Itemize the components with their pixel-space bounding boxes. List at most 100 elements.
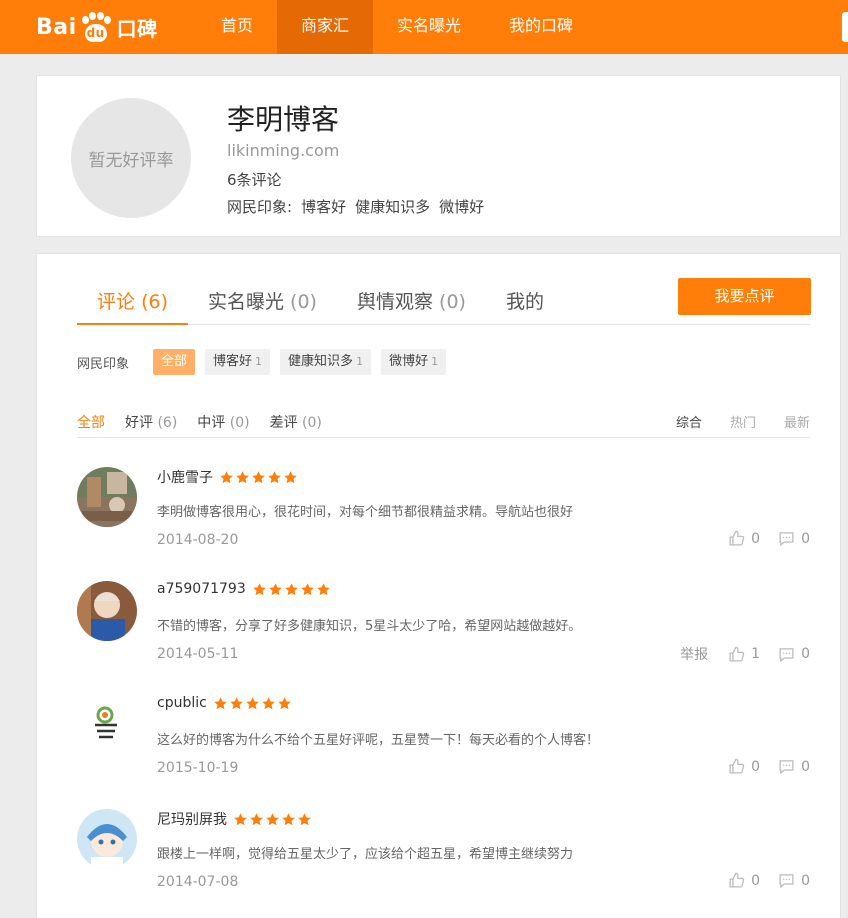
star-icon xyxy=(284,470,297,483)
tag-health-knowledge[interactable]: 健康知识多 1 xyxy=(280,349,372,375)
impression-item: 微博好 xyxy=(439,198,485,216)
star-icon xyxy=(253,582,266,595)
review-item: cpublic 这么好的博客为什么不给个五星好评呢，五星赞一下！每天必看的个人博… xyxy=(77,695,810,795)
filter-neutral[interactable]: 中评 (0) xyxy=(197,412,249,432)
page-title: 李明博客 xyxy=(227,103,340,136)
star-icon xyxy=(282,812,295,825)
like-button[interactable]: 1 xyxy=(728,646,760,663)
thumbs-up-icon xyxy=(729,872,745,888)
tab-public-opinion[interactable]: 舆情观察 (0) xyxy=(337,279,486,325)
review-text: 跟楼上一样啊，觉得给五星太少了，应该给个超五星，希望博主继续努力 xyxy=(157,847,574,862)
impression-filter: 网民印象 全部 博客好 1 健康知识多 1 微博好 1 xyxy=(77,349,456,375)
sort-overall[interactable]: 综合 xyxy=(676,412,702,431)
comment-count: 0 xyxy=(801,758,810,775)
impression-item: 博客好 xyxy=(301,198,347,216)
write-review-button[interactable]: 我要点评 xyxy=(678,278,811,315)
review-item: a759071793 不错的博客，分享了好多健康知识，5星斗太少了哈，希望网站越… xyxy=(77,581,810,681)
baidu-koubei-logo[interactable]: Bai du 口碑 xyxy=(36,10,158,44)
review-username[interactable]: cpublic xyxy=(157,695,207,711)
like-button[interactable]: 0 xyxy=(728,530,760,547)
comment-button[interactable]: 0 xyxy=(778,872,810,889)
star-icon xyxy=(236,470,249,483)
review-text: 不错的博客，分享了好多健康知识，5星斗太少了哈，希望网站越做越好。 xyxy=(157,619,582,634)
review-date: 2014-07-08 xyxy=(157,874,239,890)
review-username[interactable]: 尼玛别屏我 xyxy=(157,809,227,829)
star-icon xyxy=(317,582,330,595)
review-text: 这么好的博客为什么不给个五星好评呢，五星赞一下！每天必看的个人博客！ xyxy=(157,733,600,748)
tag-all[interactable]: 全部 xyxy=(153,349,196,375)
logo-text-koubei: 口碑 xyxy=(116,16,158,41)
sort-hot[interactable]: 热门 xyxy=(730,412,756,431)
star-icon xyxy=(246,696,259,709)
impression-item: 健康知识多 xyxy=(355,198,431,216)
nav-my-koubei[interactable]: 我的口碑 xyxy=(485,0,597,54)
report-link[interactable]: 举报 xyxy=(680,644,708,664)
paw-icon: du xyxy=(79,12,113,42)
comment-button[interactable]: 0 xyxy=(778,530,810,547)
review-username[interactable]: a759071793 xyxy=(157,581,246,597)
comment-count: 0 xyxy=(801,530,810,547)
review-username[interactable]: 小鹿雪子 xyxy=(157,467,213,487)
tab-reviews[interactable]: 评论 (6) xyxy=(77,279,188,325)
star-icon xyxy=(214,696,227,709)
like-button[interactable]: 0 xyxy=(728,758,760,775)
user-avatar[interactable] xyxy=(77,581,137,641)
nav-merchants[interactable]: 商家汇 xyxy=(277,0,374,54)
impression-filter-label: 网民印象 xyxy=(77,356,130,372)
thumbs-up-icon xyxy=(729,530,745,546)
tag-weibo-good[interactable]: 微博好 1 xyxy=(381,349,447,375)
star-rating xyxy=(213,696,292,711)
comment-icon xyxy=(779,760,794,775)
star-icon xyxy=(266,812,279,825)
nav-exposure[interactable]: 实名曝光 xyxy=(373,0,485,54)
tab-mine[interactable]: 我的 xyxy=(486,279,564,325)
star-rating xyxy=(252,582,331,597)
thumbs-up-icon xyxy=(729,758,745,774)
site-domain-link[interactable]: likinming.com xyxy=(227,141,339,160)
nav-home[interactable]: 首页 xyxy=(197,0,277,54)
comment-icon xyxy=(779,647,794,662)
star-icon xyxy=(298,812,311,825)
review-item: 尼玛别屏我 跟楼上一样啊，觉得给五星太少了，应该给个超五星，希望博主继续努力 2… xyxy=(77,809,810,909)
comment-button[interactable]: 0 xyxy=(778,646,810,663)
star-icon xyxy=(269,582,282,595)
logo-text-bai: Bai xyxy=(36,14,77,40)
like-button[interactable]: 0 xyxy=(728,872,760,889)
review-date: 2014-05-11 xyxy=(157,646,239,662)
star-icon xyxy=(301,582,314,595)
review-count: 6条评论 xyxy=(227,171,282,189)
user-avatar[interactable] xyxy=(77,809,137,869)
review-date: 2014-08-20 xyxy=(157,532,239,548)
tab-exposure[interactable]: 实名曝光 (0) xyxy=(188,279,337,325)
reviews-panel: 评论 (6) 实名曝光 (0) 舆情观察 (0) 我的 我要点评 网民印象 全部… xyxy=(36,253,841,918)
comment-button[interactable]: 0 xyxy=(778,758,810,775)
like-count: 0 xyxy=(751,758,761,775)
profile-impressions: 网民印象: 博客好 健康知识多 微博好 xyxy=(227,196,484,217)
tag-blog-good[interactable]: 博客好 1 xyxy=(205,349,271,375)
like-count: 1 xyxy=(751,646,761,662)
star-icon xyxy=(268,470,281,483)
user-avatar[interactable] xyxy=(77,467,137,527)
filter-negative[interactable]: 差评 (0) xyxy=(270,412,322,432)
review-date: 2015-10-19 xyxy=(157,760,239,776)
comment-icon xyxy=(779,532,794,547)
sort-latest[interactable]: 最新 xyxy=(784,412,810,431)
user-avatar[interactable] xyxy=(77,695,137,755)
star-icon xyxy=(220,470,233,483)
comment-icon xyxy=(779,874,794,889)
like-count: 0 xyxy=(751,872,761,889)
star-icon xyxy=(234,812,247,825)
review-text: 李明做博客很用心，很花时间，对每个细节都很精益求精。导航站也很好 xyxy=(157,505,574,520)
thumbs-up-icon xyxy=(729,646,745,662)
rating-placeholder-avatar: 暂无好评率 xyxy=(71,98,191,218)
topbar-edge-button[interactable] xyxy=(842,12,848,42)
comment-count: 0 xyxy=(801,872,810,889)
top-navbar: Bai du 口碑 首页 商家汇 实名曝光 我的口碑 xyxy=(0,0,848,54)
star-icon xyxy=(285,582,298,595)
star-icon xyxy=(250,812,263,825)
star-icon xyxy=(230,696,243,709)
filter-positive[interactable]: 好评 (6) xyxy=(125,412,177,432)
filter-all[interactable]: 全部 xyxy=(77,412,105,432)
review-item: 小鹿雪子 李明做博客很用心，很花时间，对每个细节都很精益求精。导航站也很好 20… xyxy=(77,467,810,567)
profile-card: 暂无好评率 李明博客 likinming.com 6条评论 网民印象: 博客好 … xyxy=(36,75,841,237)
